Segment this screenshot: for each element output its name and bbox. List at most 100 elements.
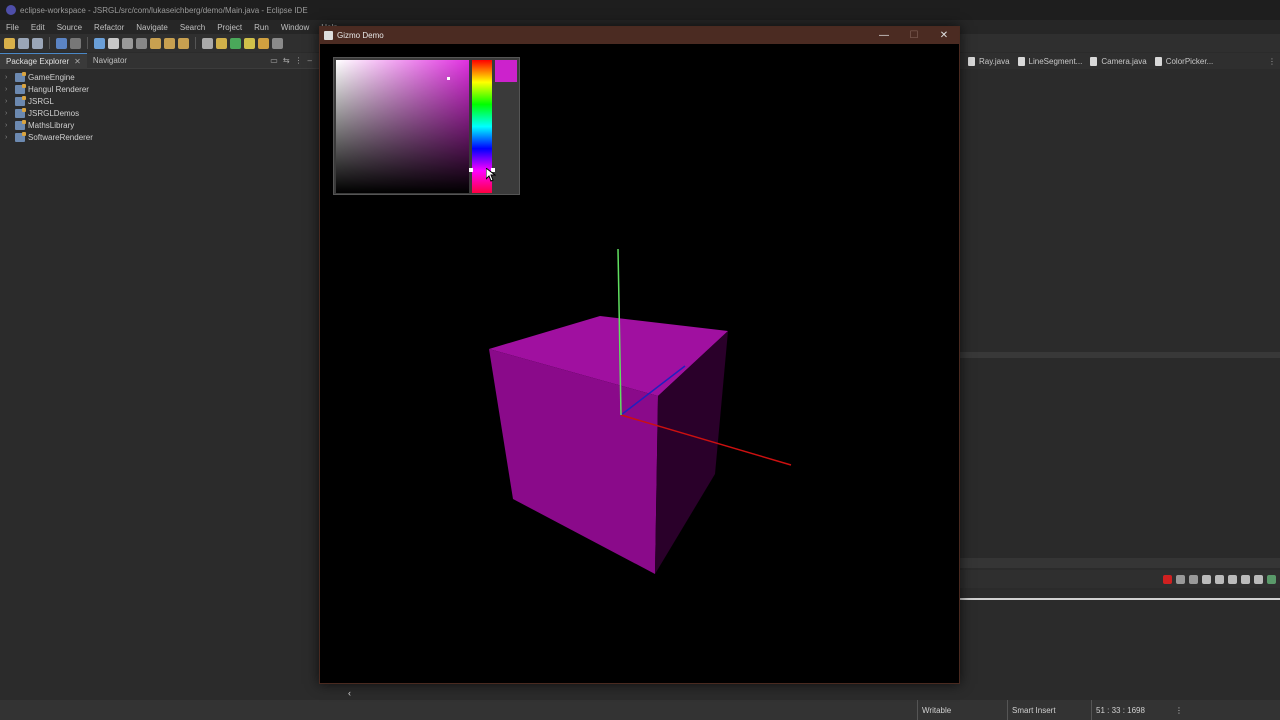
open-type-icon[interactable] — [216, 37, 227, 49]
tree-item-softwarerenderer[interactable]: › SoftwareRenderer — [0, 131, 320, 143]
tab-camera-java[interactable]: Camera.java — [1090, 56, 1147, 66]
suspend-icon[interactable] — [108, 37, 119, 49]
terminate-icon[interactable] — [1163, 574, 1172, 584]
menu-window[interactable]: Window — [275, 23, 315, 32]
save-all-icon[interactable] — [32, 37, 43, 49]
build-icon[interactable] — [202, 37, 213, 49]
resume-icon[interactable] — [94, 37, 105, 49]
chevron-right-icon[interactable]: › — [5, 74, 13, 81]
close-icon[interactable]: ✕ — [74, 57, 81, 66]
gizmo-demo-window: Gizmo Demo — ☐ ✕ — [319, 26, 960, 684]
status-cursor-position: 51 : 33 : 1698 — [1091, 700, 1171, 720]
menu-search[interactable]: Search — [174, 23, 211, 32]
run-icon[interactable] — [244, 37, 255, 49]
tab-navigator[interactable]: Navigator — [87, 53, 133, 69]
tree-item-label: MathsLibrary — [28, 120, 75, 130]
horizontal-scrollbar[interactable]: ‹ — [340, 688, 960, 700]
tree-item-mathslibrary[interactable]: › MathsLibrary — [0, 119, 320, 131]
project-icon — [15, 107, 26, 118]
more-tabs-icon[interactable]: ⋮ — [1268, 57, 1280, 66]
window-controls: — ☐ ✕ — [869, 27, 959, 44]
collapse-all-icon[interactable]: ▭ — [270, 56, 278, 65]
color-picker — [333, 57, 520, 195]
chevron-right-icon[interactable]: › — [5, 110, 13, 117]
menu-source[interactable]: Source — [51, 23, 88, 32]
toolbar-separator — [49, 37, 50, 49]
debug-icon[interactable] — [230, 37, 241, 49]
view-menu-icon[interactable]: ⋮ — [295, 56, 303, 65]
tree-item-gameengine[interactable]: › GameEngine — [0, 71, 320, 83]
open-console-icon[interactable] — [56, 37, 67, 49]
panel-tabs: Package Explorer ✕ Navigator ▭ ⇆ ⋮ – — [0, 52, 320, 69]
status-writable-text: Writable — [922, 705, 952, 715]
color-preview-swatch — [495, 60, 517, 82]
status-menu-icon[interactable]: ⋮ — [1171, 700, 1191, 720]
tab-linesegment-java[interactable]: LineSegment... — [1017, 56, 1083, 66]
scroll-left-icon[interactable]: ‹ — [348, 688, 351, 698]
external-tools-icon[interactable] — [258, 37, 269, 49]
step-over-icon[interactable] — [164, 37, 175, 49]
toolbar-separator — [87, 37, 88, 49]
status-insert-text: Smart Insert — [1012, 705, 1056, 715]
chevron-right-icon[interactable]: › — [5, 122, 13, 129]
word-wrap-icon[interactable] — [1228, 574, 1237, 584]
remove-all-icon[interactable] — [1189, 574, 1198, 584]
menu-project[interactable]: Project — [211, 23, 248, 32]
tab-package-explorer[interactable]: Package Explorer ✕ — [0, 52, 87, 69]
tree-item-jsrgldemos[interactable]: › JSRGLDemos — [0, 107, 320, 119]
panel-actions: ▭ ⇆ ⋮ – — [270, 56, 320, 65]
tree-item-label: GameEngine — [28, 72, 75, 82]
link-with-editor-icon[interactable]: ⇆ — [283, 56, 290, 65]
minimize-icon[interactable]: – — [308, 56, 312, 65]
java-file-icon — [1090, 56, 1098, 66]
editor-tab-label: LineSegment... — [1028, 56, 1083, 66]
step-return-icon[interactable] — [178, 37, 189, 49]
editor-tabs: Ray.java LineSegment... Camera.java Colo… — [960, 53, 1280, 69]
menu-file[interactable]: File — [0, 23, 25, 32]
chevron-right-icon[interactable]: › — [5, 134, 13, 141]
project-icon — [15, 119, 26, 130]
open-console-icon[interactable] — [1267, 574, 1276, 584]
tree-item-hangul-renderer[interactable]: › Hangul Renderer — [0, 83, 320, 95]
search-icon[interactable] — [272, 37, 283, 49]
clear-console-icon[interactable] — [1202, 574, 1211, 584]
scroll-lock-icon[interactable] — [1215, 574, 1224, 584]
menu-navigate[interactable]: Navigate — [130, 23, 174, 32]
project-icon — [15, 131, 26, 142]
console-output-line — [960, 598, 1280, 600]
gizmo-titlebar[interactable]: Gizmo Demo — ☐ ✕ — [320, 27, 959, 44]
tree-item-label: JSRGL — [28, 96, 54, 106]
terminate-icon[interactable] — [122, 37, 133, 49]
disconnect-icon[interactable] — [136, 37, 147, 49]
project-icon — [15, 83, 26, 94]
minimize-button[interactable]: — — [869, 27, 899, 44]
chevron-right-icon[interactable]: › — [5, 98, 13, 105]
remove-launch-icon[interactable] — [1176, 574, 1185, 584]
new-icon[interactable] — [4, 37, 15, 49]
close-button[interactable]: ✕ — [929, 27, 959, 44]
lower-editor-area — [960, 358, 1280, 558]
project-tree: › GameEngine › Hangul Renderer › JSRGL ›… — [0, 69, 320, 143]
code-editor[interactable] — [960, 69, 1280, 352]
display-console-icon[interactable] — [1254, 574, 1263, 584]
tab-colorpicker-java[interactable]: ColorPicker... — [1154, 56, 1213, 66]
save-icon[interactable] — [18, 37, 29, 49]
saturation-value-cursor[interactable] — [447, 77, 450, 80]
java-file-icon — [1154, 56, 1162, 66]
eclipse-titlebar: eclipse-workspace - JSRGL/src/com/lukase… — [0, 0, 1280, 20]
mouse-pointer-icon — [486, 168, 496, 182]
tab-ray-java[interactable]: Ray.java — [968, 56, 1010, 66]
skip-breakpoints-icon[interactable] — [70, 37, 81, 49]
3d-viewport[interactable] — [320, 44, 959, 683]
editor-tab-label: Ray.java — [979, 56, 1010, 66]
tree-item-jsrgl[interactable]: › JSRGL — [0, 95, 320, 107]
java-file-icon — [968, 56, 975, 66]
chevron-right-icon[interactable]: › — [5, 86, 13, 93]
menu-run[interactable]: Run — [248, 23, 275, 32]
menu-edit[interactable]: Edit — [25, 23, 51, 32]
pin-console-icon[interactable] — [1241, 574, 1250, 584]
step-into-icon[interactable] — [150, 37, 161, 49]
status-writable: Writable — [917, 700, 1007, 720]
hue-slider-handle-left[interactable] — [469, 168, 473, 172]
menu-refactor[interactable]: Refactor — [88, 23, 130, 32]
